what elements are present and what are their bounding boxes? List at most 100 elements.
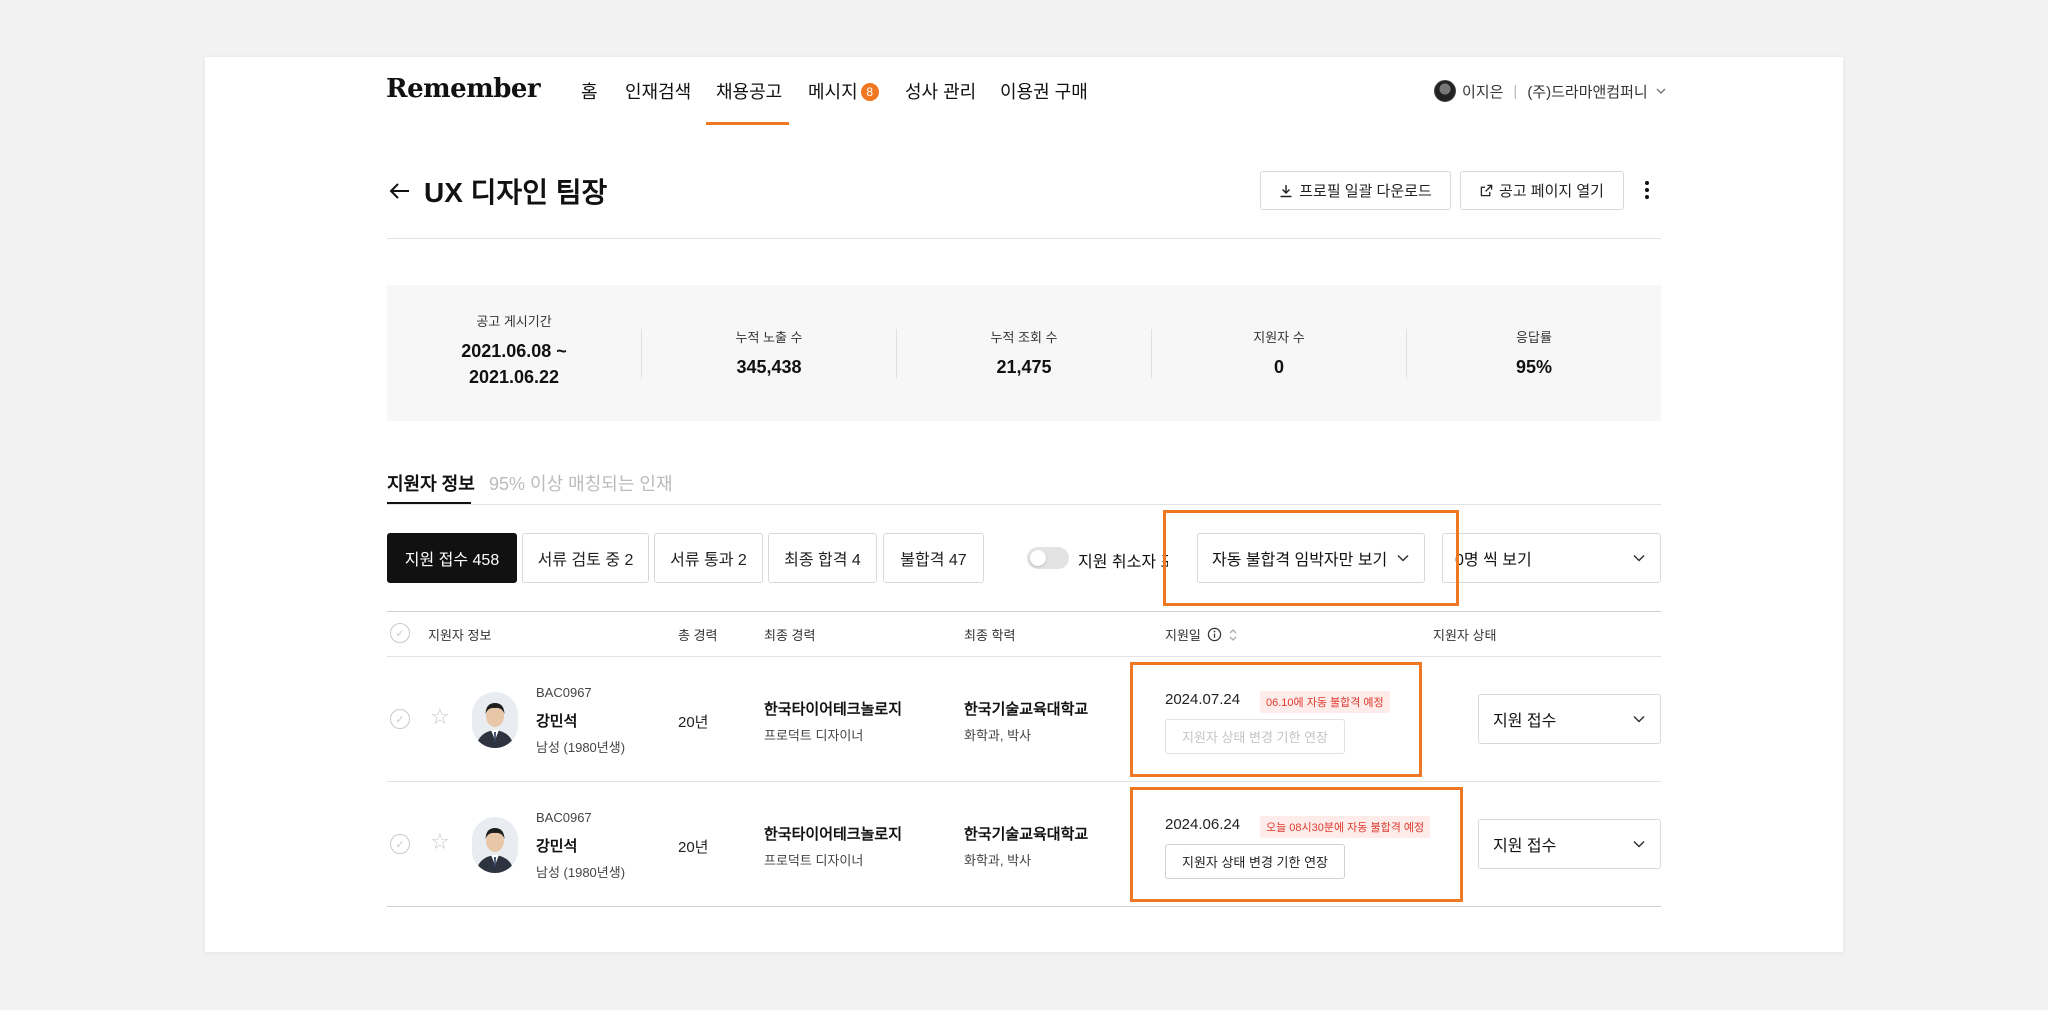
- chevron-down-icon: [1656, 88, 1666, 94]
- message-count-badge: 8: [860, 83, 879, 101]
- row-checkbox[interactable]: ✓: [390, 709, 410, 729]
- filter-document-review[interactable]: 서류 검토 중 2: [522, 533, 649, 583]
- applicant-status-value: 지원 접수: [1493, 713, 1557, 730]
- tab-matching-talent[interactable]: 95% 이상 매칭되는 인재: [489, 470, 673, 496]
- stat-applicants: 지원자 수 0: [1152, 285, 1406, 421]
- stat-period-start: 2021.06.08 ~: [461, 341, 567, 361]
- th-last-career: 최종 경력: [764, 628, 816, 643]
- stat-impressions-label: 누적 노출 수: [735, 330, 803, 345]
- stat-applicants-value: 0: [1273, 357, 1284, 377]
- user-avatar: [1434, 80, 1456, 102]
- applicant-status-select[interactable]: 지원 접수: [1478, 694, 1661, 744]
- highlight-box: [1130, 787, 1463, 902]
- back-arrow-icon[interactable]: [388, 179, 412, 203]
- applicant-name[interactable]: 강민석: [536, 835, 577, 856]
- open-posting-label: 공고 페이지 열기: [1499, 183, 1604, 200]
- filter-final-passed[interactable]: 최종 합격 4: [768, 533, 877, 583]
- stat-period: 공고 게시기간 2021.06.08 ~ 2021.06.22: [387, 285, 641, 421]
- th-applied-date[interactable]: 지원일: [1165, 625, 1238, 644]
- tab-applicant-info[interactable]: 지원자 정보: [387, 470, 475, 496]
- chevron-down-icon: [1633, 554, 1645, 562]
- applicant-status-select[interactable]: 지원 접수: [1478, 819, 1661, 869]
- filter-document-passed[interactable]: 서류 통과 2: [654, 533, 763, 583]
- page-size-select[interactable]: 0명 씩 보기: [1442, 533, 1661, 583]
- select-all-checkbox[interactable]: ✓: [390, 623, 410, 643]
- major-degree: 화학과, 박사: [964, 853, 1032, 868]
- nav-messages-label: 메시지: [808, 82, 858, 102]
- cancelled-applicants-label: 지원 취소자 포: [1078, 554, 1168, 571]
- applicant-code: BAC0967: [536, 685, 592, 700]
- applicant-gender-birth: 남성 (1980년생): [536, 740, 626, 755]
- nav-deal-management[interactable]: 성사 관리: [905, 78, 976, 104]
- sort-icon[interactable]: [1228, 628, 1238, 642]
- user-name: 이지은: [1462, 83, 1504, 101]
- applicant-photo: [472, 692, 518, 748]
- nav-active-indicator: [706, 122, 789, 125]
- th-total-experience: 총 경력: [678, 628, 718, 643]
- tabs-divider: [387, 504, 1661, 505]
- company-name: (주)드라마앤컴퍼니: [1527, 83, 1648, 101]
- nav-messages[interactable]: 메시지 8: [808, 78, 879, 104]
- stat-period-label: 공고 게시기간: [476, 314, 552, 329]
- highlight-box: [1130, 662, 1422, 777]
- external-link-icon: [1480, 184, 1493, 197]
- last-role: 프로덕트 디자이너: [764, 853, 864, 868]
- stat-response-value: 95%: [1515, 357, 1553, 377]
- th-applicant-info: 지원자 정보: [428, 628, 492, 643]
- chevron-down-icon: [1633, 840, 1645, 848]
- nav-home[interactable]: 홈: [581, 78, 598, 104]
- stats-panel: 공고 게시기간 2021.06.08 ~ 2021.06.22 누적 노출 수 3…: [387, 285, 1661, 421]
- remember-logo[interactable]: Remember: [386, 74, 541, 104]
- page-size-value: 0명 씩 보기: [1455, 552, 1532, 569]
- th-applied-date-label: 지원일: [1165, 628, 1201, 643]
- download-profiles-button[interactable]: 프로필 일괄 다운로드: [1260, 171, 1451, 210]
- open-posting-button[interactable]: 공고 페이지 열기: [1460, 171, 1624, 210]
- stat-views-label: 누적 조회 수: [990, 330, 1058, 345]
- applicant-code: BAC0967: [536, 810, 592, 825]
- last-role: 프로덕트 디자이너: [764, 728, 864, 743]
- stat-period-value: 2021.06.08 ~ 2021.06.22: [387, 338, 641, 390]
- info-icon[interactable]: [1207, 627, 1222, 642]
- star-icon[interactable]: ☆: [430, 829, 450, 855]
- chevron-down-icon: [1633, 715, 1645, 723]
- filter-rejected[interactable]: 불합격 47: [883, 533, 984, 583]
- download-icon: [1280, 184, 1292, 197]
- star-icon[interactable]: ☆: [430, 704, 450, 730]
- stat-response-label: 응답률: [1516, 330, 1552, 345]
- table-header-border: [387, 656, 1661, 657]
- more-options-icon[interactable]: [1643, 178, 1651, 202]
- user-menu[interactable]: 이지은 | (주)드라마앤컴퍼니: [1434, 80, 1668, 102]
- nav-job-posting[interactable]: 채용공고: [716, 78, 782, 104]
- page-title: UX 디자인 팀장: [424, 177, 608, 208]
- applicant-photo: [472, 817, 518, 873]
- school: 한국기술교육대학교: [964, 826, 1089, 843]
- check-icon: ✓: [395, 713, 405, 726]
- filter-received[interactable]: 지원 접수 458: [387, 533, 517, 583]
- check-icon: ✓: [395, 838, 405, 851]
- stat-views-value: 21,475: [996, 357, 1052, 377]
- major-degree: 화학과, 박사: [964, 728, 1032, 743]
- stat-period-end: 2021.06.22: [468, 367, 560, 388]
- nav-talent-search[interactable]: 인재검색: [625, 78, 691, 104]
- table-bottom-border: [387, 906, 1661, 907]
- row-checkbox[interactable]: ✓: [390, 834, 410, 854]
- download-profiles-label: 프로필 일괄 다운로드: [1299, 183, 1432, 200]
- table-top-border: [387, 611, 1661, 612]
- stat-applicants-label: 지원자 수: [1253, 330, 1305, 345]
- check-icon: ✓: [395, 627, 405, 640]
- nav-purchase-pass[interactable]: 이용권 구매: [1000, 78, 1088, 104]
- stat-impressions: 누적 노출 수 345,438: [642, 285, 896, 421]
- row-divider: [387, 781, 1661, 782]
- last-company: 한국타이어테크놀로지: [764, 701, 903, 718]
- applicant-name[interactable]: 강민석: [536, 710, 577, 731]
- total-experience: 20년: [678, 714, 709, 731]
- cancelled-applicants-toggle[interactable]: [1027, 547, 1069, 569]
- last-company: 한국타이어테크놀로지: [764, 826, 903, 843]
- total-experience: 20년: [678, 839, 709, 856]
- title-divider: [387, 238, 1661, 239]
- applicant-status-value: 지원 접수: [1493, 838, 1557, 855]
- stat-views: 누적 조회 수 21,475: [897, 285, 1151, 421]
- user-divider: |: [1513, 82, 1518, 100]
- stat-response-rate: 응답률 95%: [1407, 285, 1661, 421]
- highlight-box: [1163, 510, 1459, 606]
